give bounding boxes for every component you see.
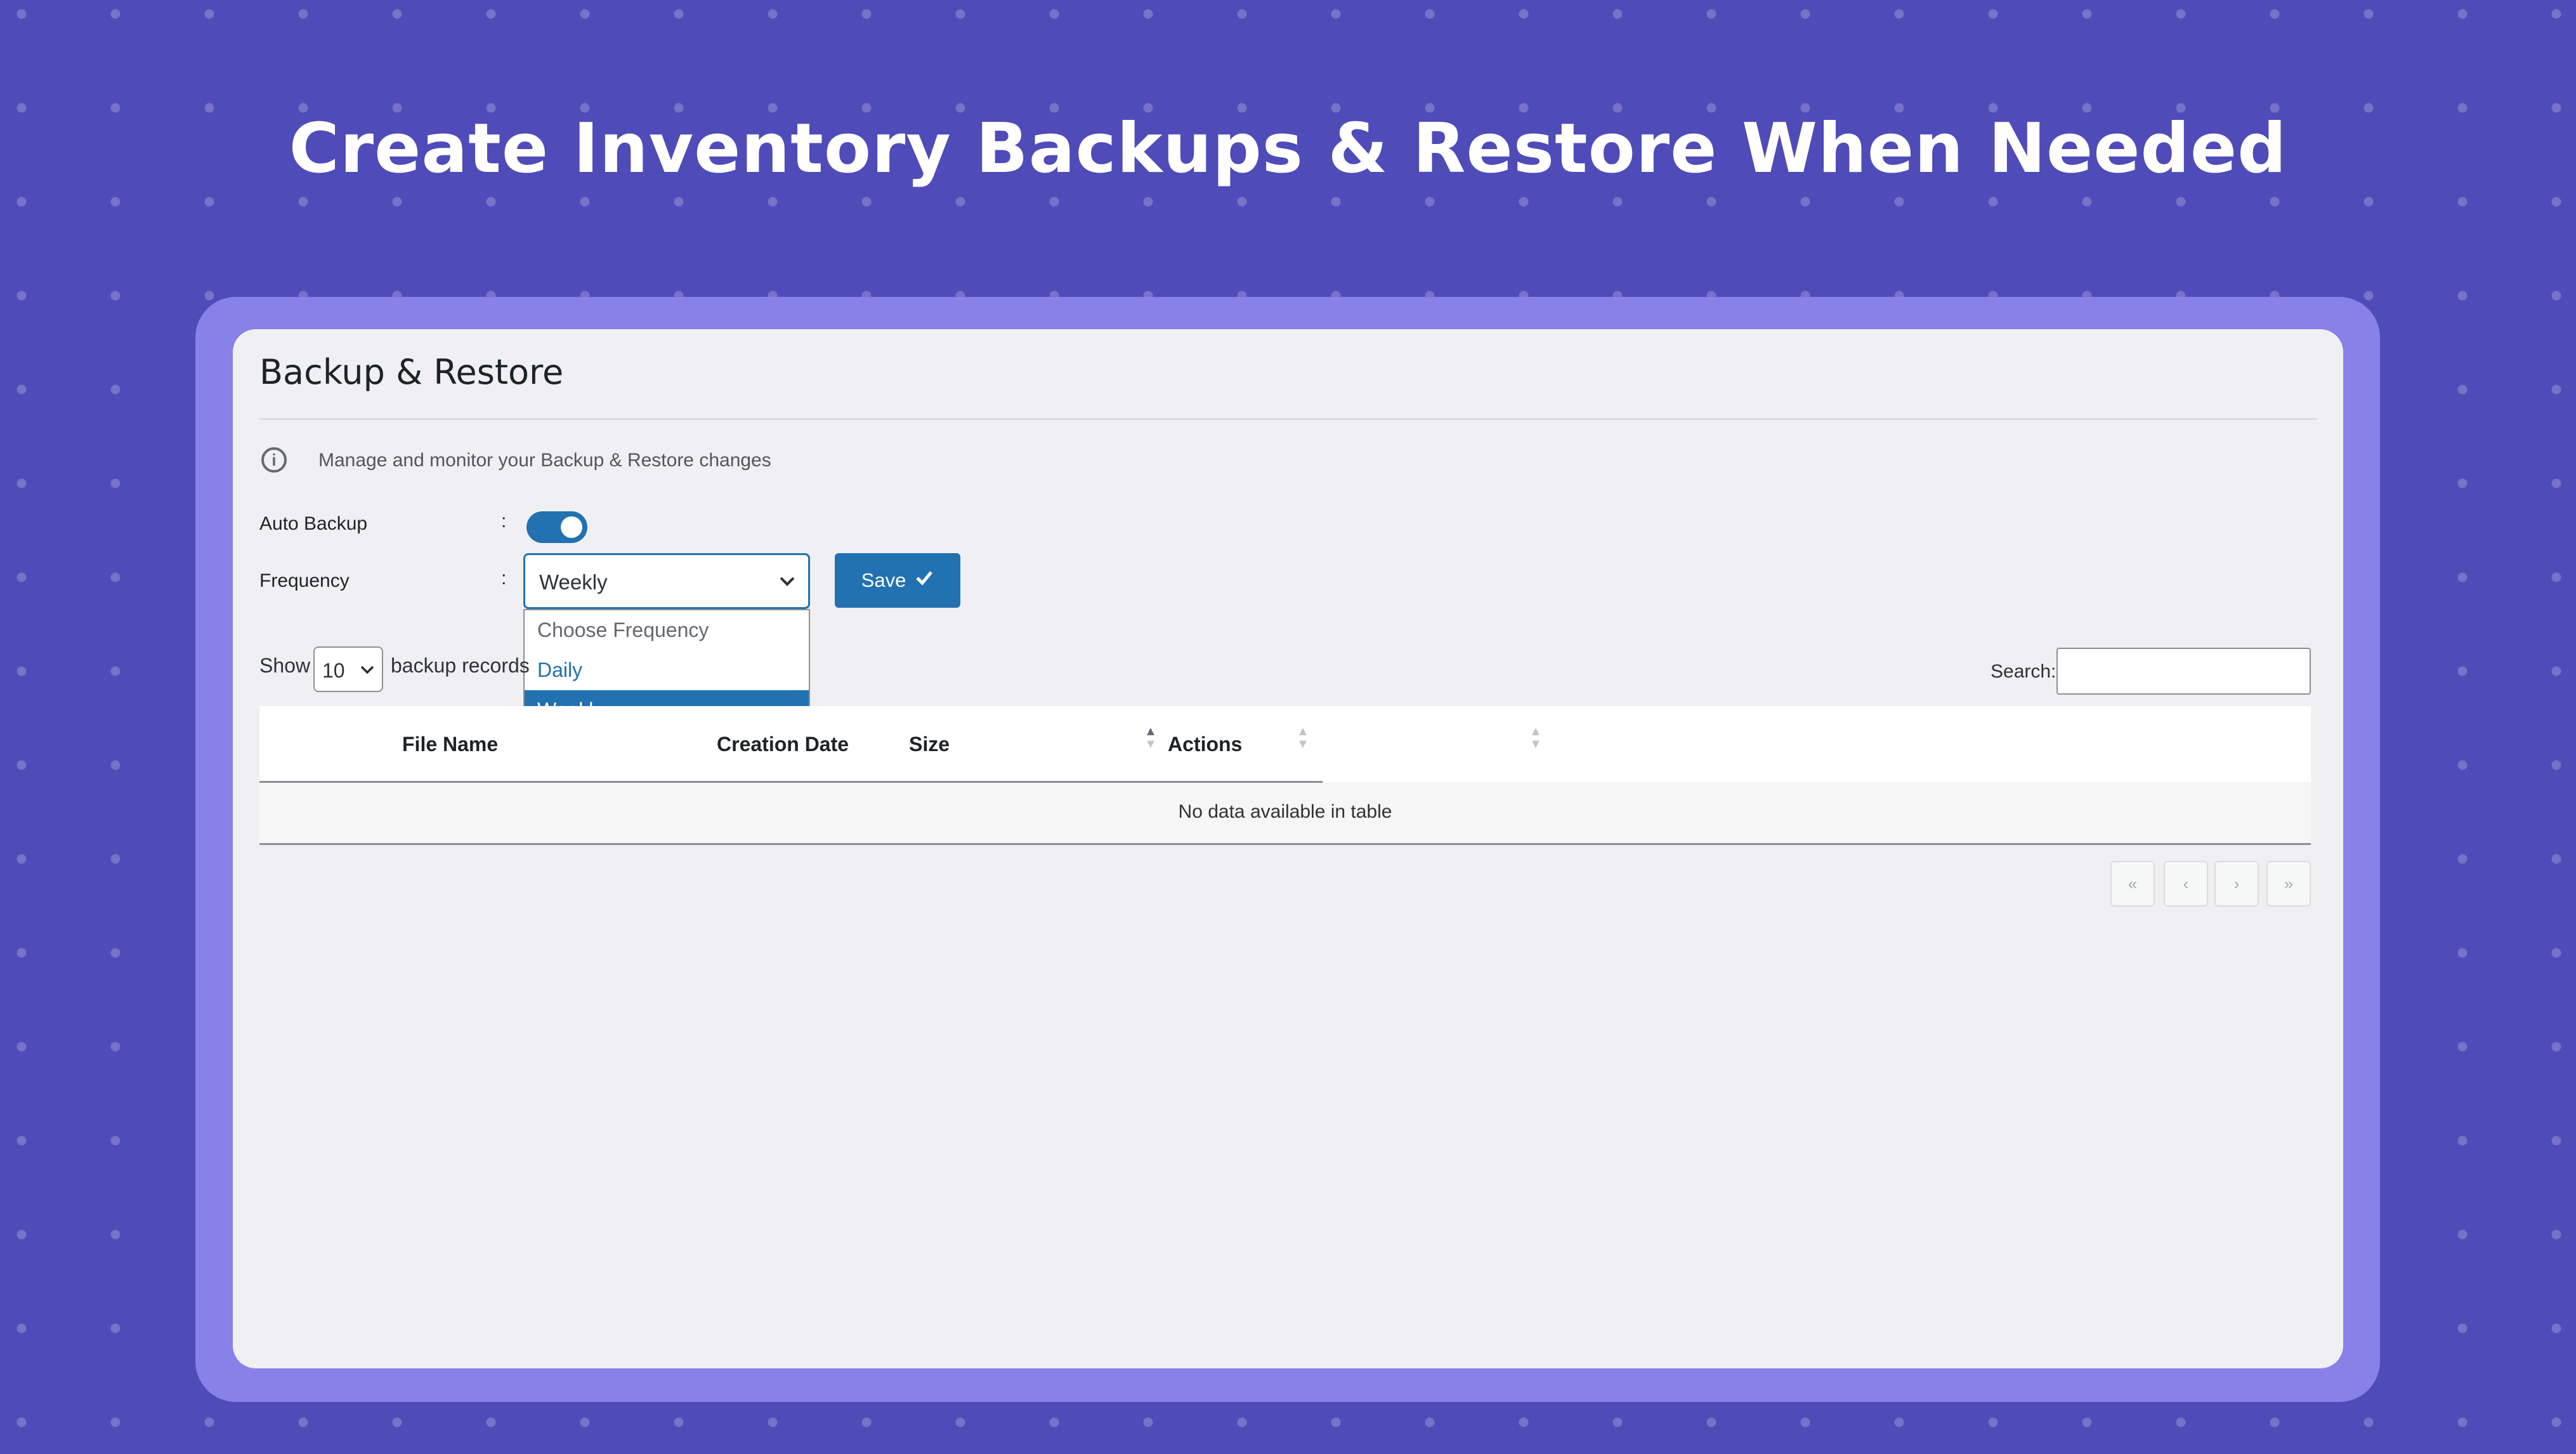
page-length-select[interactable]: 10: [313, 646, 383, 692]
pagination-prev-button[interactable]: ‹: [2164, 861, 2208, 907]
frequency-label: Frequency: [259, 570, 350, 591]
info-text: Manage and monitor your Backup & Restore…: [318, 450, 771, 471]
auto-backup-colon: :: [501, 511, 507, 532]
sort-ascending-icon[interactable]: ▲ ▼: [1144, 725, 1157, 750]
column-header-size[interactable]: Size: [909, 733, 950, 756]
checkmark-icon: [915, 568, 934, 593]
page-headline: Create Inventory Backups & Restore When …: [289, 109, 2287, 188]
frequency-select[interactable]: Weekly: [523, 553, 810, 609]
sort-icon[interactable]: ▲ ▼: [1529, 725, 1542, 750]
pagination-first-button[interactable]: «: [2110, 861, 2155, 907]
chevron-down-icon: [778, 565, 797, 605]
column-header-file-name[interactable]: File Name: [402, 733, 498, 756]
save-button[interactable]: Save: [835, 553, 960, 608]
page-title: Backup & Restore: [259, 352, 564, 392]
title-divider: [259, 418, 2317, 420]
chevron-down-icon: [359, 657, 376, 688]
save-button-label: Save: [861, 569, 906, 591]
column-header-creation-date[interactable]: Creation Date: [717, 733, 849, 756]
page-length-value: 10: [322, 659, 345, 682]
show-label: Show: [259, 654, 311, 677]
sort-icon[interactable]: ▲ ▼: [1297, 725, 1309, 750]
frequency-colon: :: [501, 568, 507, 589]
info-icon: i: [261, 447, 287, 473]
table-header: [259, 706, 2311, 782]
search-input[interactable]: [2056, 648, 2311, 695]
empty-table-message: No data available in table: [259, 783, 2311, 845]
search-label: Search:: [1991, 661, 2056, 682]
auto-backup-label: Auto Backup: [259, 513, 368, 534]
toggle-knob: [561, 516, 582, 538]
frequency-selected-value: Weekly: [539, 570, 608, 594]
column-header-actions[interactable]: Actions: [1168, 733, 1242, 756]
records-label: backup records: [391, 654, 530, 677]
frequency-option-daily[interactable]: Daily: [525, 650, 809, 690]
pagination-next-button[interactable]: ›: [2214, 861, 2259, 907]
auto-backup-toggle[interactable]: [526, 511, 587, 543]
pagination-last-button[interactable]: »: [2266, 861, 2311, 907]
backup-restore-panel: Backup & Restore i Manage and monitor yo…: [233, 329, 2343, 1368]
frequency-option-choose[interactable]: Choose Frequency: [525, 610, 809, 650]
